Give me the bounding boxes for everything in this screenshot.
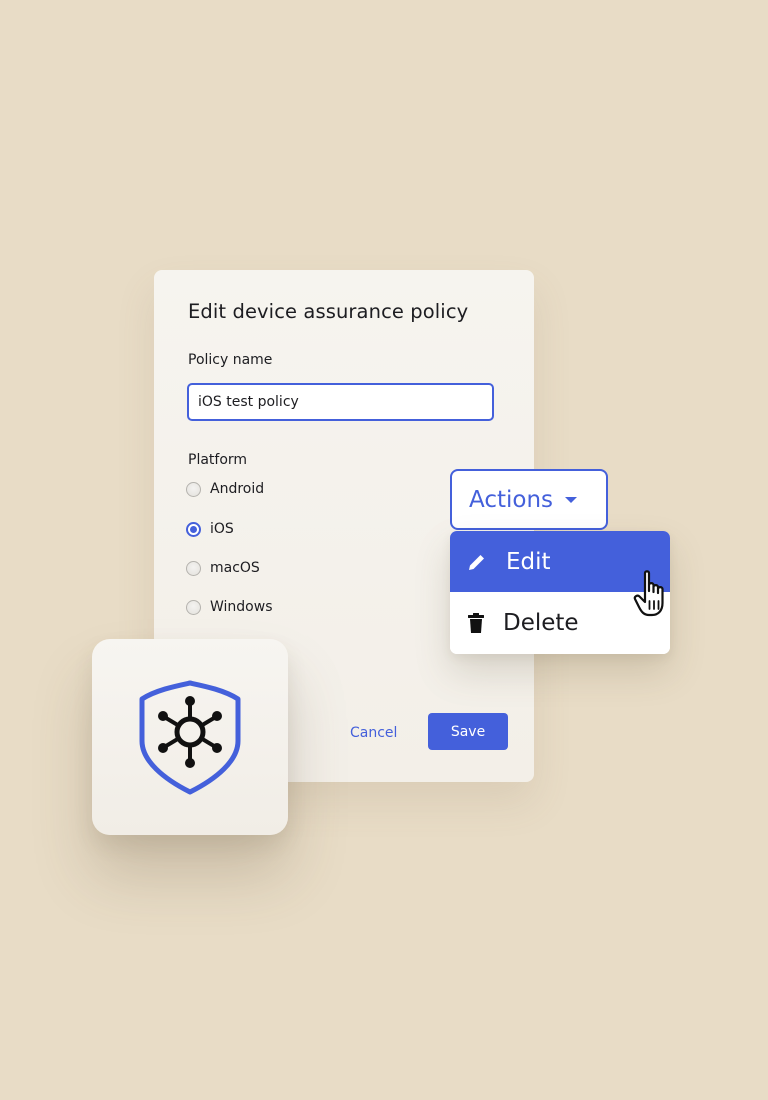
platform-label: Platform — [188, 452, 248, 468]
actions-dropdown-button[interactable]: Actions — [450, 469, 608, 530]
policy-name-input[interactable] — [187, 383, 494, 421]
radio-label-windows: Windows — [210, 599, 273, 615]
radio-ios[interactable] — [186, 521, 201, 537]
shield-network-icon — [139, 680, 241, 795]
platform-option-windows[interactable]: Windows — [186, 599, 273, 615]
menu-label-delete: Delete — [503, 610, 579, 636]
radio-macos[interactable] — [186, 560, 201, 576]
radio-label-android: Android — [210, 481, 265, 497]
trash-icon — [465, 612, 487, 634]
radio-label-ios: iOS — [210, 521, 234, 537]
platform-option-android[interactable]: Android — [186, 481, 264, 497]
actions-label: Actions — [469, 486, 554, 513]
app-icon-tile — [92, 639, 288, 835]
radio-android[interactable] — [186, 481, 201, 497]
platform-option-ios[interactable]: iOS — [186, 521, 234, 537]
caret-down-icon — [565, 496, 578, 503]
dialog-title: Edit device assurance policy — [188, 300, 469, 323]
radio-label-macos: macOS — [210, 560, 260, 576]
cancel-button[interactable]: Cancel — [344, 715, 403, 751]
save-button[interactable]: Save — [428, 713, 508, 750]
pencil-icon — [466, 551, 488, 573]
policy-name-label: Policy name — [188, 352, 273, 368]
platform-option-macos[interactable]: macOS — [186, 560, 260, 576]
radio-windows[interactable] — [186, 599, 201, 615]
menu-label-edit: Edit — [506, 548, 551, 575]
hand-cursor-icon — [633, 569, 679, 623]
